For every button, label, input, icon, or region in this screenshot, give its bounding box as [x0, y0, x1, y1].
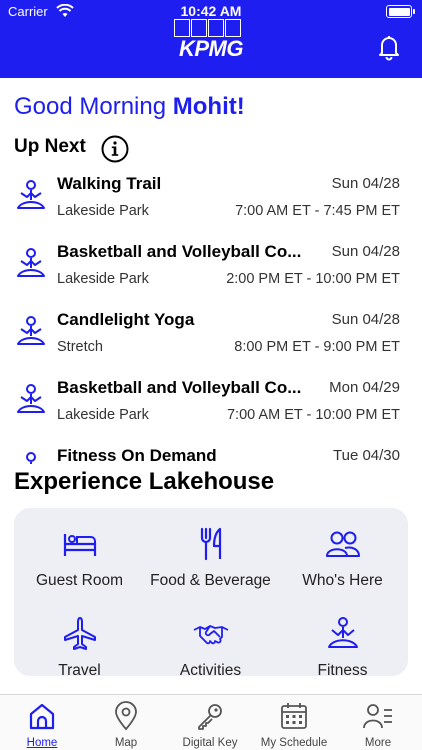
tile-label: Travel [58, 662, 101, 679]
event-time: 8:00 PM ET - 9:00 PM ET [234, 339, 400, 355]
tile-fitness[interactable]: Fitness [277, 606, 408, 684]
event-date: Tue 04/30 [333, 447, 400, 464]
map-pin-icon [115, 701, 137, 731]
logo-text: KPMG [179, 36, 244, 61]
tile-activities[interactable]: Activities [145, 606, 276, 684]
experience-grid: Guest Room Food & Beverage Who's Here Tr… [14, 508, 408, 679]
tab-home[interactable]: Home [0, 695, 84, 750]
info-icon[interactable] [100, 134, 130, 164]
event-location: Stretch [57, 339, 103, 355]
tile-label: Guest Room [35, 572, 123, 589]
list-item[interactable]: Basketball and Volleyball Co... Mon 04/2… [0, 370, 422, 438]
up-next-list[interactable]: Walking Trail Sun 04/28 Lakeside Park 7:… [0, 166, 422, 464]
tab-label: Map [114, 737, 138, 749]
handshake-icon [193, 625, 229, 645]
tile-label: Food & Beverage [150, 572, 271, 589]
yoga-person-icon [17, 316, 45, 345]
tile-food-beverage[interactable]: Food & Beverage [145, 516, 276, 594]
yoga-person-icon [17, 180, 45, 209]
battery-icon [386, 5, 415, 18]
tile-travel[interactable]: Travel [14, 606, 145, 684]
fork-knife-icon [200, 527, 222, 561]
tile-whos-here[interactable]: Who's Here [277, 516, 408, 594]
bell-icon[interactable] [374, 32, 404, 62]
greeting-user-name: Mohit! [172, 93, 245, 120]
tab-map[interactable]: Map [84, 695, 168, 750]
event-location: Lakeside Park [57, 203, 149, 219]
list-item[interactable]: Fitness On Demand Tue 04/30 [0, 438, 422, 464]
yoga-person-icon [328, 617, 358, 648]
status-time: 10:42 AM [180, 3, 242, 19]
app-header: Carrier 10:42 AM KPMG [0, 0, 422, 78]
event-date: Sun 04/28 [331, 243, 400, 260]
more-menu-icon [363, 704, 392, 729]
tile-guest-room[interactable]: Guest Room [14, 516, 145, 594]
tile-label: Activities [179, 662, 242, 679]
event-title: Fitness On Demand [57, 446, 217, 464]
experience-title: Experience Lakehouse [14, 468, 275, 495]
people-icon [326, 531, 360, 557]
tab-label: More [364, 737, 392, 749]
event-location: Lakeside Park [57, 271, 149, 287]
logo-boxes [174, 19, 241, 37]
event-title: Basketball and Volleyball Co... [57, 378, 302, 397]
event-title: Candlelight Yoga [57, 310, 195, 329]
bed-icon [63, 534, 97, 556]
tab-bar: Home Map Digital Key My Schedule More [0, 694, 422, 750]
tab-label: Home [26, 737, 58, 749]
tab-label: Digital Key [182, 737, 238, 749]
kpmg-logo: KPMG [168, 18, 254, 61]
yoga-person-icon [17, 248, 45, 277]
tab-my-schedule[interactable]: My Schedule [252, 695, 336, 750]
key-icon [198, 704, 222, 730]
tab-digital-key[interactable]: Digital Key [168, 695, 252, 750]
airplane-icon [64, 617, 96, 650]
event-time: 7:00 AM ET - 7:45 PM ET [235, 203, 400, 219]
greeting: Good Morning Mohit! [14, 93, 245, 121]
list-item[interactable]: Walking Trail Sun 04/28 Lakeside Park 7:… [0, 166, 422, 234]
event-title: Basketball and Volleyball Co... [57, 242, 302, 261]
list-item[interactable]: Candlelight Yoga Sun 04/28 Stretch 8:00 … [0, 302, 422, 370]
event-date: Sun 04/28 [331, 175, 400, 192]
tile-label: Fitness [317, 662, 368, 679]
tile-label: Who's Here [302, 572, 383, 589]
tab-label: My Schedule [260, 737, 328, 749]
event-date: Mon 04/29 [329, 379, 400, 396]
tab-more[interactable]: More [336, 695, 420, 750]
greeting-prefix: Good Morning [14, 93, 173, 120]
home-icon [29, 703, 55, 730]
yoga-person-icon [26, 452, 36, 464]
list-item[interactable]: Basketball and Volleyball Co... Sun 04/2… [0, 234, 422, 302]
yoga-person-icon [17, 384, 45, 413]
event-date: Sun 04/28 [331, 311, 400, 328]
event-time: 2:00 PM ET - 10:00 PM ET [226, 271, 400, 287]
calendar-icon [281, 703, 307, 729]
event-location: Lakeside Park [57, 407, 149, 423]
event-title: Walking Trail [57, 174, 162, 193]
event-time: 7:00 AM ET - 10:00 PM ET [226, 407, 400, 423]
up-next-title: Up Next [14, 136, 86, 157]
